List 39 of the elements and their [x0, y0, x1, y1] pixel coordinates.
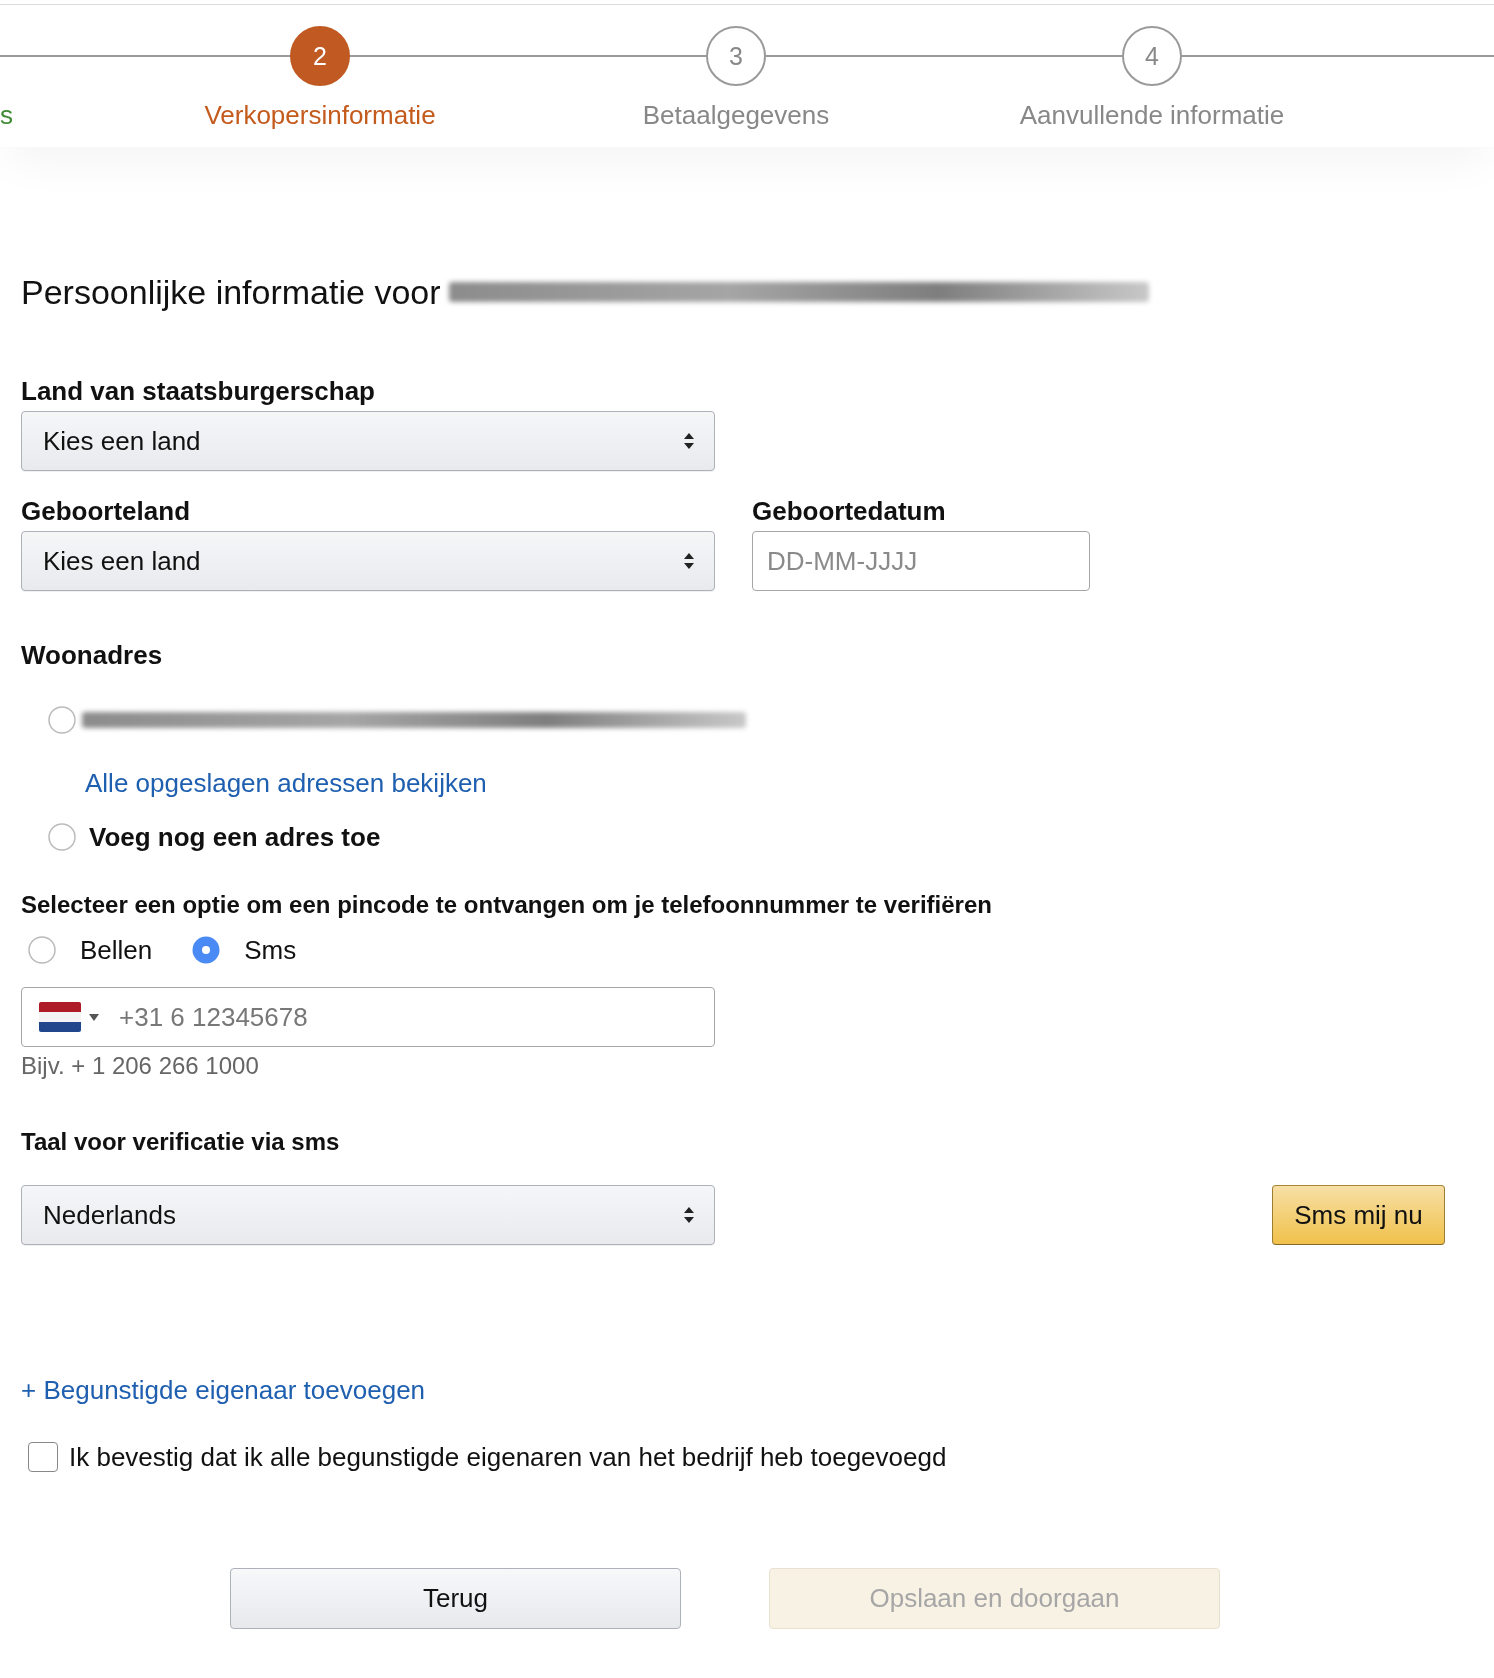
sort-arrows-icon: [684, 433, 694, 449]
phone-number-input[interactable]: +31 6 12345678: [119, 1001, 659, 1033]
option-label: Sms: [244, 934, 297, 966]
option-label: Voeg nog een adres toe: [89, 821, 381, 853]
country-select[interactable]: Kies een land: [21, 411, 715, 471]
field-label: Land van staatsburgerschap: [21, 376, 376, 406]
radio-button[interactable]: [48, 823, 76, 851]
radio-button[interactable]: [192, 936, 221, 964]
checkbox[interactable]: [28, 1442, 58, 1472]
sort-arrows-icon: [684, 1207, 694, 1223]
send-sms-button[interactable]: Sms mij nu: [1272, 1185, 1445, 1245]
hint-text: Bijv. + 1 206 266 1000: [21, 1053, 260, 1079]
field-label: Taal voor verificatie via sms: [21, 1128, 341, 1156]
step-number: 3: [706, 26, 766, 86]
step-label[interactable]: Aanvullende informatie: [1019, 100, 1285, 130]
field-label: Geboorteland: [21, 496, 191, 526]
radio-button[interactable]: [28, 936, 56, 964]
back-button[interactable]: Terug: [230, 1568, 681, 1629]
step-label[interactable]: Betaalgegevens: [642, 100, 830, 130]
view-addresses-link[interactable]: Alle opgeslagen adressen bekijken: [85, 768, 487, 798]
country-select[interactable]: Kies een land: [21, 531, 715, 591]
step-number: 2: [290, 26, 350, 86]
step-label[interactable]: Verkopersinformatie: [204, 100, 436, 130]
phone-field[interactable]: +31 6 12345678: [21, 987, 715, 1047]
sort-arrows-icon: [684, 553, 694, 569]
caret-icon[interactable]: [89, 1013, 99, 1021]
add-owner-link[interactable]: + Begunstigde eigenaar toevoegen: [21, 1375, 426, 1405]
date-field[interactable]: DD-MM-JJJJ: [752, 531, 1090, 591]
field-label: Geboortedatum: [752, 496, 947, 526]
page-heading: Persoonlijke informatie voor: [21, 272, 441, 312]
field-label: Selecteer een optie om een pincode te ontvangen om je telefoonnummer te verifiëren: [21, 891, 993, 919]
flag-icon[interactable]: [39, 1002, 81, 1032]
step-label[interactable]: s: [0, 100, 13, 130]
radio-button[interactable]: [48, 706, 76, 734]
checkbox-label: Ik bevestig dat ik alle begunstigde eigenaren van het bedrijf heb toegevoegd: [69, 1441, 947, 1473]
step-number: 4: [1122, 26, 1182, 86]
language-select[interactable]: Nederlands: [21, 1185, 715, 1245]
section-label: Woonadres: [21, 640, 164, 670]
option-label: Bellen: [80, 934, 153, 966]
